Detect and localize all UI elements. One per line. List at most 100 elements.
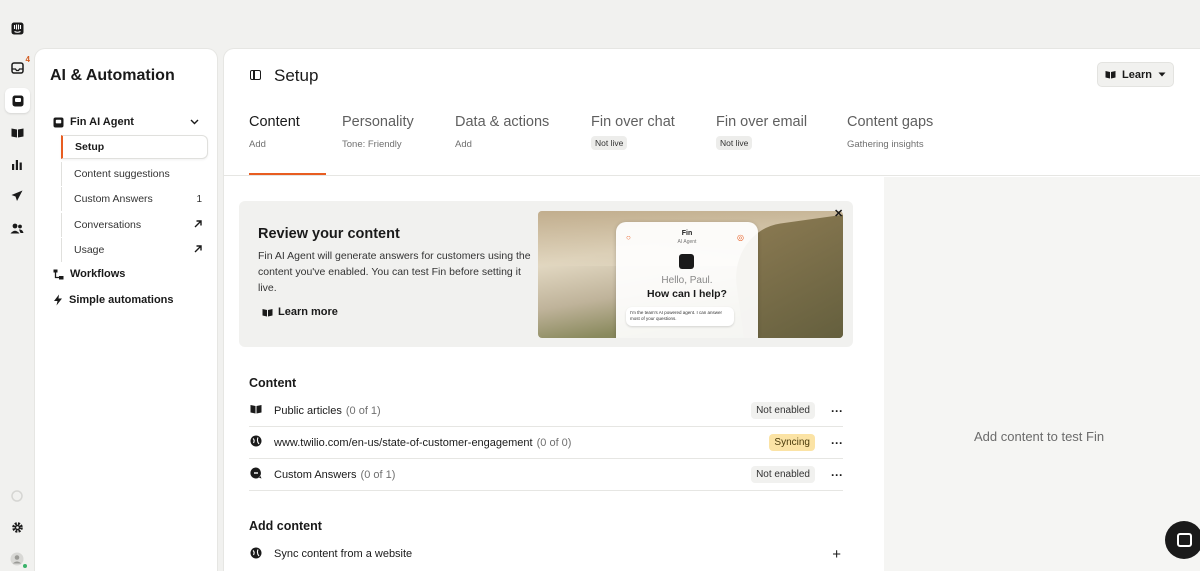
tab-label: Fin over chat — [591, 114, 675, 130]
tab-fin-over-chat[interactable]: Fin over chat Not live — [591, 114, 675, 151]
nav-item-label: Custom Answers — [74, 193, 153, 205]
more-options-icon[interactable]: ··· — [819, 404, 843, 418]
globe-icon — [249, 547, 263, 562]
content-section-title: Content — [249, 376, 297, 390]
external-arrow-icon — [194, 244, 202, 256]
tab-personality[interactable]: Personality Tone: Friendly — [342, 114, 414, 150]
status-badge: Not enabled — [751, 402, 815, 419]
nav-item-label: Setup — [75, 141, 105, 153]
book-icon — [262, 308, 273, 316]
nav-item-label: Simple automations — [69, 294, 174, 306]
tab-content[interactable]: Content Add — [249, 114, 300, 150]
tab-label: Content — [249, 114, 300, 130]
book-icon — [249, 404, 263, 417]
fin-ai-icon[interactable] — [5, 88, 30, 113]
external-arrow-icon — [194, 219, 202, 231]
test-fin-pane: Add content to test Fin — [884, 177, 1200, 571]
inbox-icon[interactable]: 4 — [9, 55, 30, 76]
nav-item-usage[interactable]: Usage — [61, 238, 208, 262]
status-circle-icon — [9, 488, 25, 504]
nav-item-label: Workflows — [70, 268, 126, 280]
tab-subtitle: Tone: Friendly — [342, 139, 402, 150]
nav-item-workflows[interactable]: Workflows — [53, 268, 125, 280]
more-options-icon[interactable]: ··· — [819, 436, 843, 450]
caret-down-icon — [1158, 72, 1166, 77]
preview-agent-name: Fin — [681, 230, 693, 237]
nav-item-conversations[interactable]: Conversations — [61, 213, 208, 237]
fin-logo-icon — [679, 254, 694, 269]
icon-rail: 4 — [0, 0, 34, 571]
workflows-icon — [53, 269, 64, 279]
reports-chart-icon[interactable] — [9, 156, 25, 172]
sidebar-toggle-icon[interactable] — [250, 70, 261, 80]
content-row-count: (0 of 1) — [345, 404, 381, 417]
test-fin-placeholder: Add content to test Fin — [974, 429, 1105, 444]
outbound-send-icon[interactable] — [9, 188, 25, 204]
learn-more-link[interactable]: Learn more — [262, 306, 338, 318]
setup-tabs: Content Add Personality Tone: Friendly D… — [224, 109, 1200, 176]
custom-answer-icon — [249, 467, 263, 482]
content-row-public-articles[interactable]: Public articles (0 of 1) Not enabled ··· — [249, 395, 843, 427]
tab-content-gaps[interactable]: Content gaps Gathering insights — [847, 114, 933, 150]
chat-icon — [1176, 533, 1192, 547]
globe-icon — [249, 435, 263, 450]
inbox-badge: 4 — [25, 55, 30, 64]
review-content-card: Review your content Fin AI Agent will ge… — [239, 201, 853, 347]
preview-hello: Hello, Paul. — [661, 275, 713, 286]
nav-item-label: Content suggestions — [74, 168, 170, 180]
nav-item-simple-automations[interactable]: Simple automations — [53, 294, 174, 306]
tab-fin-over-email[interactable]: Fin over email Not live — [716, 114, 807, 151]
messenger-preview: ○ ◎ Fin AI Agent Hello, Paul. How can I … — [616, 222, 758, 338]
plus-icon[interactable]: + — [832, 546, 841, 563]
messenger-launcher-button[interactable] — [1165, 521, 1200, 559]
status-badge: Not live — [716, 136, 753, 150]
setup-main-panel: Setup Learn Content Add Personality Tone… — [224, 49, 1200, 571]
book-icon — [1105, 71, 1116, 79]
add-content-label: Sync content from a website — [274, 548, 413, 560]
nav-item-custom-answers[interactable]: Custom Answers 1 — [61, 187, 208, 211]
intercom-logo-icon[interactable] — [9, 20, 25, 36]
active-tab-indicator — [249, 173, 326, 175]
content-row-custom-answers[interactable]: Custom Answers (0 of 1) Not enabled ··· — [249, 459, 843, 491]
close-icon[interactable]: ✕ — [834, 207, 843, 220]
more-options-icon[interactable]: ··· — [819, 468, 843, 482]
content-row-label: Public articles — [274, 404, 342, 417]
nav-group-fin-ai-agent[interactable]: Fin AI Agent — [53, 116, 199, 128]
learn-button[interactable]: Learn — [1097, 62, 1174, 87]
tab-label: Data & actions — [455, 114, 550, 130]
tab-label: Content gaps — [847, 114, 934, 130]
add-content-section-title: Add content — [249, 519, 322, 533]
user-avatar[interactable] — [9, 551, 28, 569]
nav-group-label: Fin AI Agent — [70, 116, 134, 128]
tab-subtitle: Add — [455, 139, 472, 150]
syncing-badge: Syncing — [769, 434, 815, 451]
nav-item-label: Conversations — [74, 219, 142, 231]
content-row-website[interactable]: www.twilio.com/en-us/state-of-customer-e… — [249, 427, 843, 459]
settings-gear-icon[interactable] — [9, 519, 25, 535]
review-description: Fin AI Agent will generate answers for c… — [258, 250, 531, 294]
preview-help: How can I help? — [647, 288, 727, 300]
online-status-dot — [22, 563, 28, 569]
fin-messenger-preview-image: ○ ◎ Fin AI Agent Hello, Paul. How can I … — [538, 211, 843, 338]
tab-subtitle: Gathering insights — [847, 139, 924, 150]
content-row-count: (0 of 0) — [536, 436, 572, 449]
content-row-label: Custom Answers — [274, 468, 357, 481]
nav-item-content-suggestions[interactable]: Content suggestions — [61, 162, 208, 186]
chevron-down-icon[interactable] — [190, 117, 199, 128]
status-badge: Not live — [591, 136, 628, 150]
nav-title: AI & Automation — [50, 67, 175, 84]
tab-data-actions[interactable]: Data & actions Add — [455, 114, 549, 150]
tab-subtitle: Add — [249, 139, 266, 150]
add-content-row-website[interactable]: Sync content from a website + — [249, 538, 843, 570]
page-title: Setup — [274, 66, 319, 85]
tab-label: Personality — [342, 114, 414, 130]
lightning-bolt-icon — [54, 294, 62, 306]
preview-agent-sub: AI Agent — [677, 239, 697, 245]
content-row-count: (0 of 1) — [360, 468, 396, 481]
custom-answers-count: 1 — [196, 193, 202, 205]
contacts-people-icon[interactable] — [9, 220, 25, 236]
tab-label: Fin over email — [716, 114, 808, 130]
status-badge: Not enabled — [751, 466, 815, 483]
knowledge-book-icon[interactable] — [9, 124, 25, 140]
nav-item-setup[interactable]: Setup — [61, 135, 208, 159]
